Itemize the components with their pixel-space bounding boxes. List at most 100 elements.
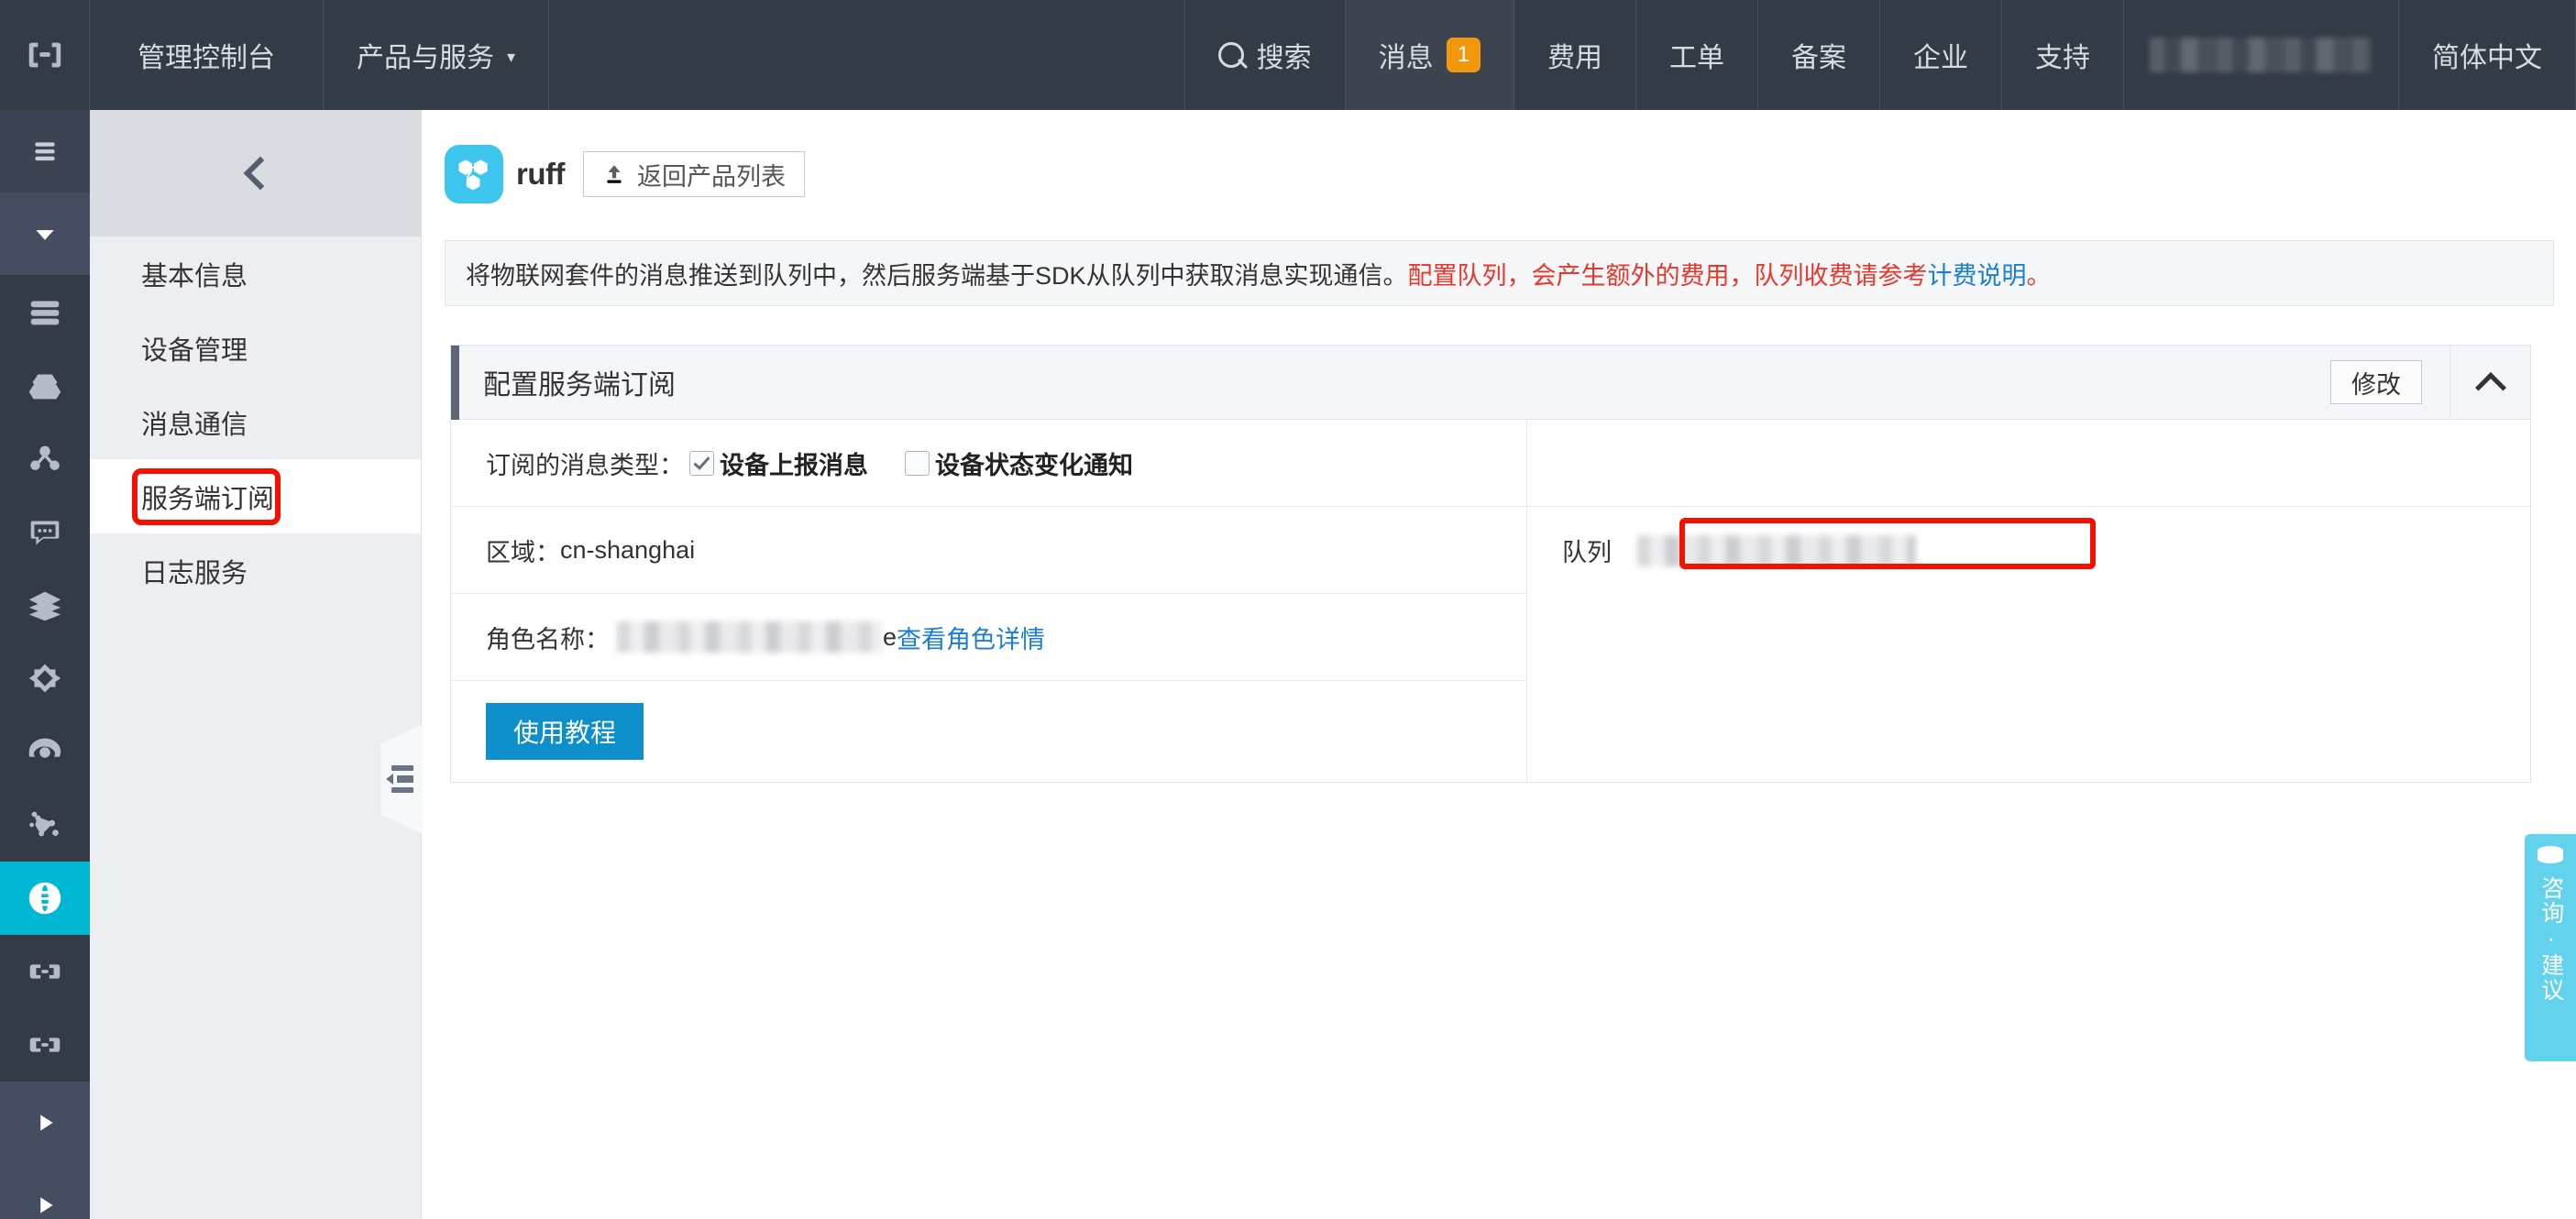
rail-item-storage[interactable] [0, 568, 90, 642]
sidebar-item-device-management[interactable]: 设备管理 [90, 311, 421, 385]
modify-button-label: 修改 [2351, 370, 2401, 399]
bracket-icon-1 [29, 964, 61, 979]
eye-shield-icon [28, 738, 61, 758]
message-bubble-icon [30, 521, 60, 545]
rail-item-iot[interactable] [0, 862, 90, 935]
rail-item-apigateway[interactable] [0, 935, 90, 1008]
notice-text-warning: 配置队列，会产生额外的费用，队列收费请参考 [1407, 261, 1928, 290]
expand-arrow-1-icon [40, 1115, 53, 1131]
rail-item-devtools[interactable] [0, 1008, 90, 1082]
menu-icon [35, 142, 55, 161]
iot-globe-icon [28, 882, 61, 915]
card-title: 配置服务端订阅 [483, 370, 676, 401]
card-accent-bar [451, 345, 459, 420]
check-tick-icon [693, 452, 710, 470]
messages-button[interactable]: 消息 1 [1345, 0, 1514, 110]
view-role-details-link[interactable]: 查看角色详情 [897, 620, 1045, 655]
iot-product-icon [445, 145, 503, 203]
language-label: 简体中文 [2432, 43, 2542, 73]
sidebar-item-label: 消息通信 [141, 410, 248, 440]
tutorial-button[interactable]: 使用教程 [486, 703, 644, 760]
tutorial-row: 使用教程 [451, 681, 1526, 782]
filing-label: 备案 [1791, 43, 1846, 73]
feedback-database-icon [2537, 846, 2563, 863]
checkbox-device-report[interactable]: 设备上报消息 [689, 445, 868, 481]
notice-text-end: 。 [2026, 261, 2052, 290]
cloud-brand-icon[interactable] [0, 0, 90, 110]
modify-button[interactable]: 修改 [2330, 360, 2422, 404]
rail-expand-group-1[interactable] [0, 1082, 90, 1164]
search-button[interactable]: 搜索 [1183, 0, 1346, 110]
console-home-link[interactable]: 管理控制台 [90, 0, 324, 110]
rail-expand-dropdown[interactable] [0, 192, 90, 275]
checkbox-device-status-label: 设备状态变化通知 [935, 451, 1133, 479]
checkbox-device-report-label: 设备上报消息 [720, 451, 868, 479]
card-collapse-toggle[interactable] [2449, 345, 2530, 420]
checkbox-device-report-box[interactable] [689, 450, 714, 476]
region-row: 区域： cn-shanghai [451, 507, 1526, 594]
back-to-product-list-button[interactable]: 返回产品列表 [582, 151, 805, 197]
chevron-up-icon [2474, 372, 2506, 403]
graph-nodes-icon [29, 811, 59, 837]
card-body: 订阅的消息类型： 设备上报消息 设备状态变化通知 区域： cn-shanghai… [451, 420, 2530, 782]
filing-button[interactable]: 备案 [1758, 0, 1880, 110]
rail-item-network[interactable] [0, 422, 90, 495]
billing-button[interactable]: 费用 [1514, 0, 1636, 110]
sidebar-item-log-service[interactable]: 日志服务 [90, 533, 421, 608]
rail-item-messaging[interactable] [0, 495, 90, 568]
rail-item-ecs[interactable] [0, 275, 90, 348]
network-share-icon [30, 445, 60, 470]
enterprise-button[interactable]: 企业 [1880, 0, 2002, 110]
language-switcher[interactable]: 简体中文 [2399, 0, 2576, 110]
rail-item-security[interactable] [0, 715, 90, 788]
rail-menu-toggle[interactable] [0, 110, 90, 192]
messages-badge: 1 [1446, 38, 1481, 72]
role-name-row: 角色名称： e 查看角色详情 [451, 594, 1526, 681]
chevron-down-icon [36, 230, 54, 240]
bracket-icon-2 [29, 1038, 61, 1052]
top-navigation-bar: 管理控制台 产品与服务 ▾ 搜索 消息 1 费用 工单 备案 企业 支持 简体中… [0, 0, 2576, 110]
topbar-right-group: 搜索 消息 1 费用 工单 备案 企业 支持 简体中文 [1183, 0, 2576, 110]
rail-item-cdn[interactable] [0, 348, 90, 422]
queue-value-field[interactable] [1624, 524, 2020, 577]
right-spacer-row-1 [1527, 420, 2530, 507]
rail-expand-group-2[interactable] [0, 1164, 90, 1219]
enterprise-label: 企业 [1913, 43, 1968, 73]
message-type-label: 订阅的消息类型： [486, 451, 684, 479]
products-services-menu[interactable]: 产品与服务 ▾ [324, 0, 550, 110]
feedback-tab[interactable]: 咨询·建议 [2525, 834, 2576, 1061]
feedback-tab-label: 咨询·建议 [2537, 876, 2564, 1003]
sidebar-collapse-button[interactable] [90, 110, 421, 236]
tickets-label: 工单 [1669, 43, 1724, 73]
queue-label: 队列 [1562, 539, 1612, 566]
page-header: ruff 返回产品列表 [423, 110, 2576, 203]
checkbox-device-status[interactable]: 设备状态变化通知 [905, 445, 1133, 481]
cdn-icon [28, 374, 61, 400]
iot-hexagon-glyph-icon [458, 159, 488, 191]
role-name-label: 角色名称： [486, 625, 610, 653]
support-button[interactable]: 支持 [2002, 0, 2124, 110]
account-name-redacted [2150, 38, 2372, 72]
layers-icon [28, 591, 61, 621]
checkbox-device-status-box[interactable] [905, 450, 930, 476]
messages-label: 消息 [1378, 43, 1434, 73]
cloud-brand-glyph-icon [28, 42, 61, 68]
product-sidebar: 基本信息 设备管理 消息通信 服务端订阅 日志服务 [90, 110, 422, 1219]
page-title: ruff [516, 157, 565, 191]
queue-value-redacted [1637, 534, 1916, 566]
rail-item-analytics[interactable] [0, 642, 90, 715]
expand-arrow-2-icon [40, 1197, 53, 1214]
card-header: 配置服务端订阅 修改 [451, 345, 2530, 420]
sidebar-item-serverside-subscription[interactable]: 服务端订阅 [90, 459, 421, 533]
rail-item-bigdata[interactable] [0, 788, 90, 862]
chevron-down-icon: ▾ [507, 47, 516, 66]
sidebar-item-message-communication[interactable]: 消息通信 [90, 385, 421, 459]
server-icon [30, 301, 60, 325]
sidebar-item-basic-info[interactable]: 基本信息 [90, 236, 421, 311]
annotation-subnav-serverside-subscription [132, 468, 281, 525]
billing-docs-link[interactable]: 计费说明 [1928, 256, 2027, 291]
account-menu[interactable] [2124, 0, 2399, 110]
tickets-button[interactable]: 工单 [1636, 0, 1758, 110]
region-label: 区域： [486, 538, 560, 566]
